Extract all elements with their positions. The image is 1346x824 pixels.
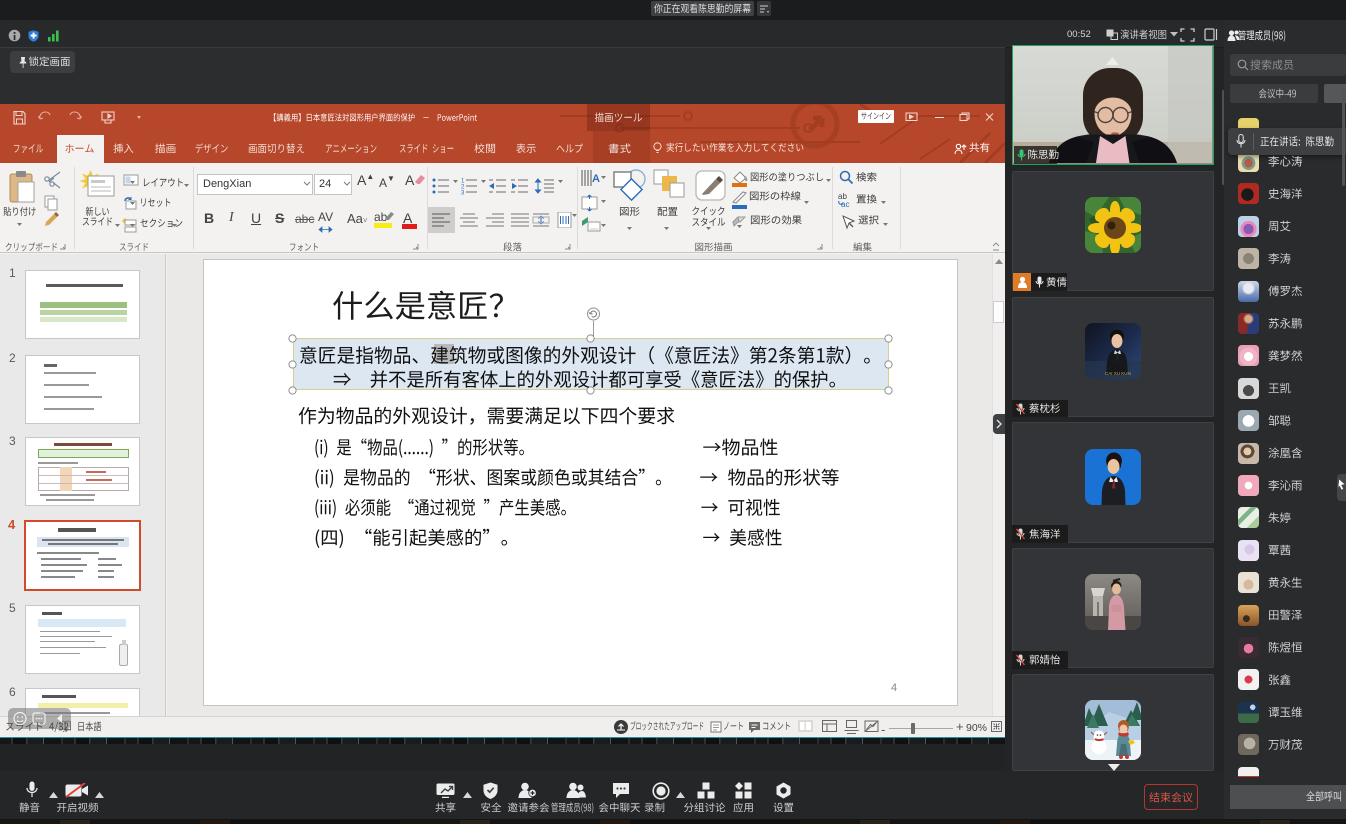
svg-text:CAI XU KUN: CAI XU KUN (1105, 371, 1131, 376)
